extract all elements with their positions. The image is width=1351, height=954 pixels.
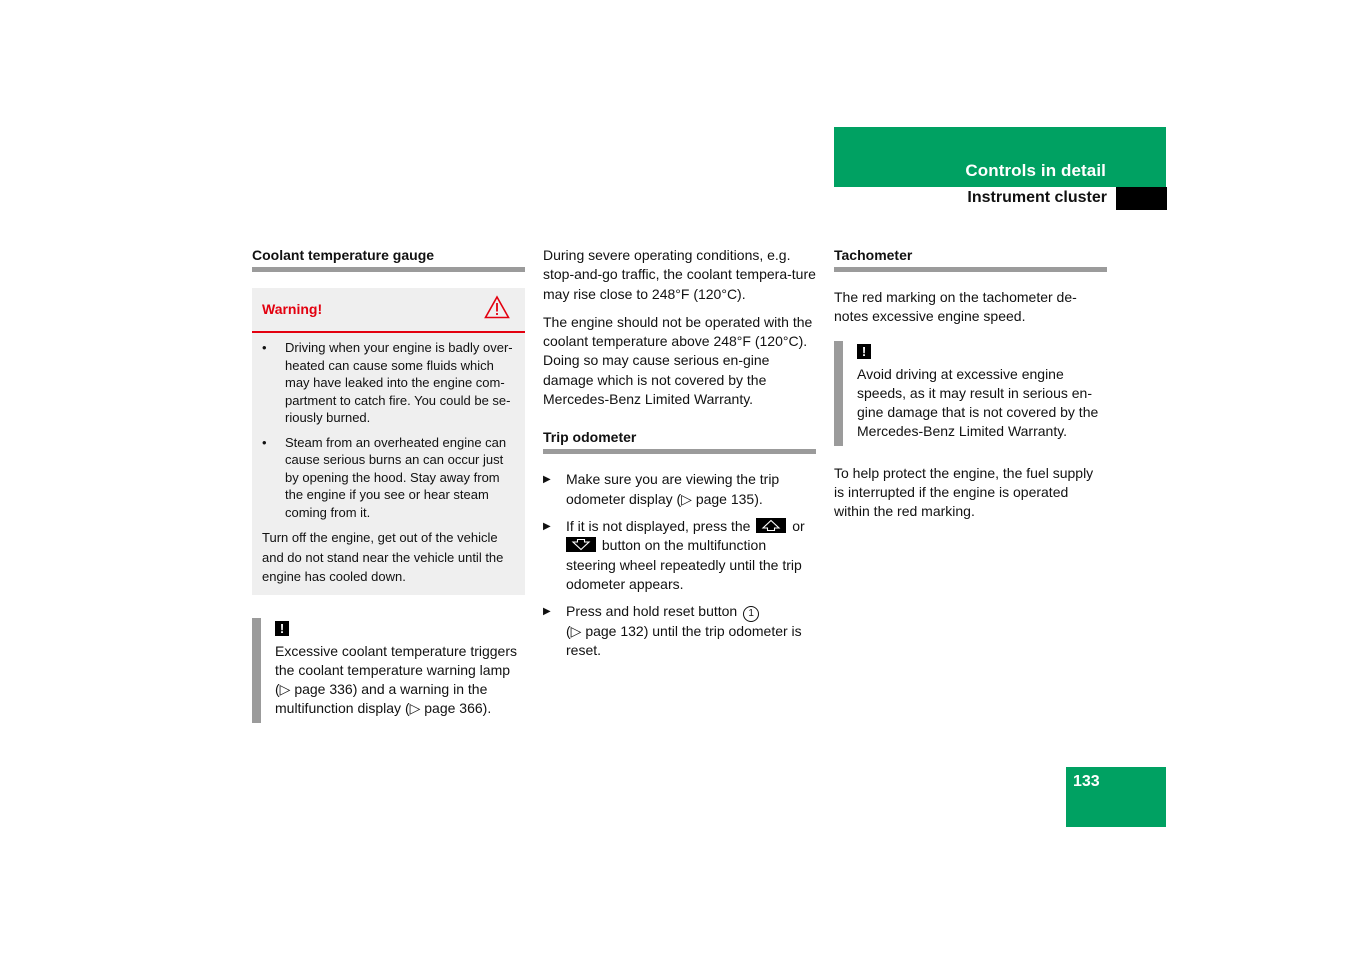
section-tab-marker bbox=[1116, 187, 1167, 210]
bullet-dot: • bbox=[262, 340, 267, 355]
warning-triangle-icon bbox=[484, 295, 510, 324]
reset-button-number-icon: 1 bbox=[743, 606, 760, 623]
step-text: Make sure you are viewing the trip odome… bbox=[566, 471, 780, 507]
chapter-header: Controls in detail bbox=[834, 127, 1166, 187]
step-arrow-icon: ▶ bbox=[543, 520, 551, 532]
warning-header: Warning! bbox=[252, 288, 525, 333]
step-text: If it is not displayed, press the or but… bbox=[566, 517, 816, 594]
operating-conditions-paragraph: During severe operating conditions, e.g.… bbox=[543, 247, 816, 302]
warning-body: • Driving when your engine is badly over… bbox=[252, 333, 525, 587]
coolant-heading: Coolant temperature gauge bbox=[252, 246, 525, 272]
warning-footer: Turn off the engine, get out of the vehi… bbox=[262, 530, 504, 584]
step-text-part: button on the multifunction steering whe… bbox=[566, 537, 802, 592]
tachometer-outro: To help protect the engine, the fuel sup… bbox=[834, 464, 1094, 520]
tachometer-heading: Tachometer bbox=[834, 246, 1107, 272]
exclamation-icon: ! bbox=[857, 343, 871, 359]
coolant-column: Coolant temperature gauge Warning! • Dri… bbox=[252, 246, 525, 723]
page-number: 133 bbox=[1073, 773, 1100, 790]
section-title-header: Instrument cluster bbox=[967, 189, 1107, 206]
step-item: ▶ If it is not displayed, press the or b… bbox=[543, 517, 816, 594]
tachometer-note: ! Avoid driving at excessive engine spee… bbox=[834, 340, 1107, 446]
engine-limit-paragraph: The engine should not be operated with t… bbox=[543, 313, 813, 408]
step-item: ▶ Press and hold reset button 1 (▷ page … bbox=[543, 602, 816, 661]
warning-bullet: • Steam from an overheated engine can ca… bbox=[262, 434, 515, 522]
warning-box: Warning! • Driving when your engine is b… bbox=[252, 288, 525, 595]
step-text: Press and hold reset button 1 (▷ page 13… bbox=[566, 602, 816, 661]
coolant-note: ! Excessive coolant temperature triggers… bbox=[252, 617, 525, 723]
step-text-part: Press and hold reset button bbox=[566, 603, 738, 620]
middle-column: During severe operating conditions, e.g.… bbox=[543, 246, 816, 669]
step-text-part: or bbox=[792, 517, 805, 534]
step-text-part: If it is not displayed, press the bbox=[566, 517, 751, 534]
down-arrow-key-icon bbox=[566, 537, 596, 553]
bullet-dot: • bbox=[262, 434, 267, 450]
warning-bullet-text: Steam from an overheated engine can caus… bbox=[285, 434, 507, 520]
trip-odometer-heading: Trip odometer bbox=[543, 428, 816, 455]
warning-label: Warning! bbox=[262, 300, 323, 317]
step-arrow-icon: ▶ bbox=[543, 474, 551, 486]
page-number-box: 133 bbox=[1066, 767, 1166, 827]
step-item: ▶ Make sure you are viewing the trip odo… bbox=[543, 470, 816, 509]
tachometer-note-text: Avoid driving at excessive engine speeds… bbox=[857, 365, 1099, 440]
step-arrow-icon: ▶ bbox=[543, 606, 551, 618]
up-arrow-key-icon bbox=[756, 517, 787, 533]
chapter-title: Controls in detail bbox=[965, 161, 1106, 180]
warning-bullet-text: Driving when your engine is badly over-h… bbox=[285, 340, 513, 425]
coolant-note-text: Excessive coolant temperature triggers t… bbox=[275, 642, 517, 717]
warning-bullet: • Driving when your engine is badly over… bbox=[262, 339, 515, 427]
step-text-part: (▷ page 132) until the trip odometer is … bbox=[566, 623, 802, 659]
tachometer-intro: The red marking on the tachometer de-not… bbox=[834, 289, 1077, 325]
tachometer-column: Tachometer The red marking on the tachom… bbox=[834, 246, 1107, 531]
exclamation-icon: ! bbox=[275, 620, 289, 636]
